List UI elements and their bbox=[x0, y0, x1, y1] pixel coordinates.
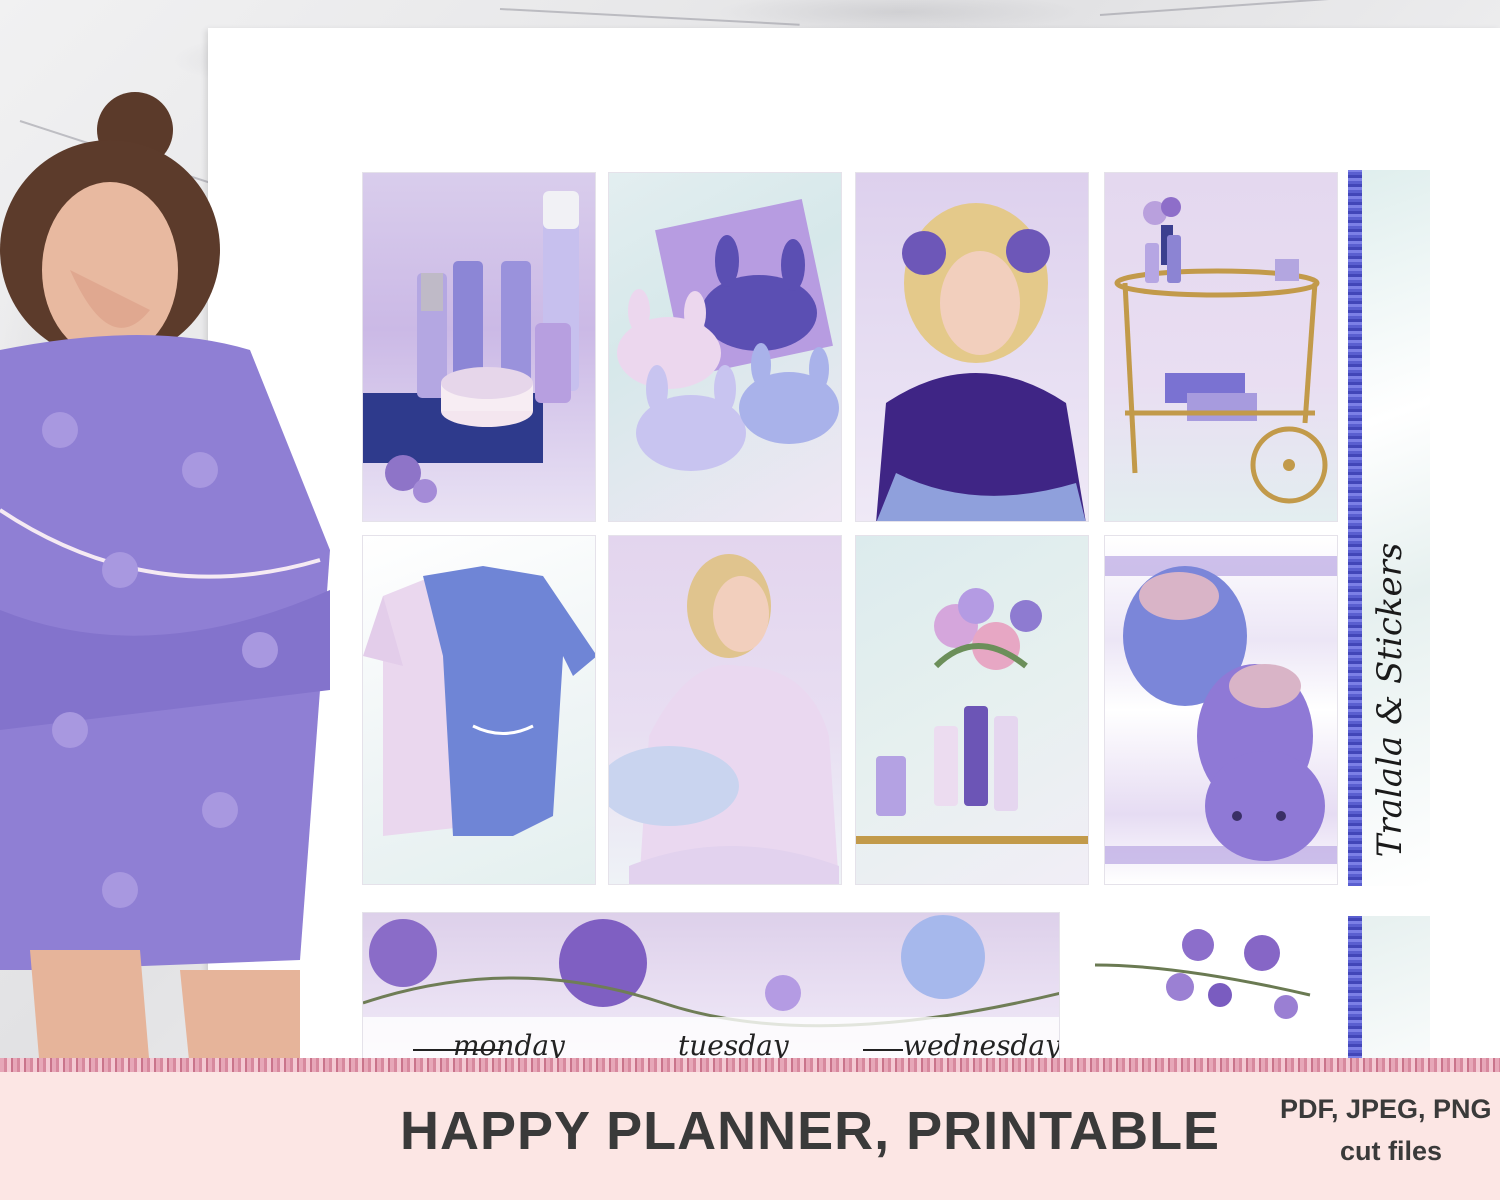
glitter-border bbox=[1348, 170, 1362, 886]
pajama-woman-sticker bbox=[608, 535, 842, 885]
hair-rollers-woman-sticker bbox=[855, 172, 1089, 522]
bar-cart-icon bbox=[1114, 197, 1328, 504]
flowers-bottles-sticker bbox=[855, 535, 1089, 885]
file-formats-label: PDF, JPEG, PNG bbox=[1280, 1094, 1492, 1124]
pajamas-icon bbox=[363, 566, 595, 836]
bar-cart-sticker bbox=[1104, 172, 1338, 522]
woman-pajamas-illustration bbox=[0, 92, 330, 1070]
footer-title: HAPPY PLANNER, PRINTABLE bbox=[400, 1101, 1221, 1161]
woman-portrait-icon bbox=[609, 554, 839, 884]
divider bbox=[863, 1049, 903, 1051]
skincare-products-sticker bbox=[362, 172, 596, 522]
woman-portrait-icon bbox=[876, 203, 1086, 521]
pajama-sets-sticker bbox=[362, 535, 596, 885]
bunny-sleep-masks-sticker bbox=[608, 172, 842, 522]
flower-branch-icon bbox=[1094, 929, 1311, 1019]
slippers-icon bbox=[1105, 556, 1337, 864]
bunny-slippers-sticker bbox=[1104, 535, 1338, 885]
side-strip-label: Tralala & Stickers bbox=[1370, 542, 1410, 858]
cut-files-label: cut files bbox=[1340, 1136, 1443, 1166]
skincare-bottles-icon bbox=[363, 191, 579, 503]
flower-vase-icon bbox=[856, 588, 1088, 844]
glitter-trim bbox=[0, 1058, 1500, 1072]
sleep-mask-icon bbox=[617, 199, 839, 471]
